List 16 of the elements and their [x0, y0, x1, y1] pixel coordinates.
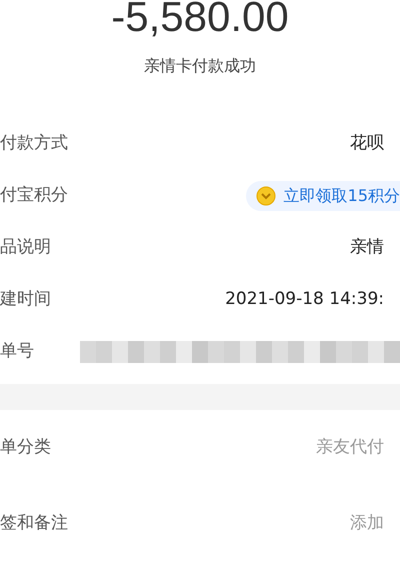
detail-label: 品说明 — [0, 236, 51, 260]
detail-label: 付宝积分 — [0, 184, 68, 208]
status-text: 亲情卡付款成功 — [143, 55, 257, 77]
extra-value[interactable]: 亲友代付 — [316, 435, 400, 461]
extra-label: 签和备注 — [0, 512, 68, 536]
detail-label: 单号 — [0, 340, 34, 364]
detail-value: 2021-09-18 14:39: — [225, 288, 385, 312]
detail-value: 花呗 — [350, 132, 385, 156]
detail-label: 付款方式 — [0, 132, 68, 156]
detail-label: 建时间 — [0, 288, 51, 312]
amount-text: -5,580.00 — [110, 0, 290, 38]
detail-value: 亲情 — [350, 236, 385, 260]
coin-icon — [256, 186, 276, 206]
points-link[interactable]: 立即领取15积分 — [246, 181, 400, 211]
extra-value[interactable]: 添加 — [350, 511, 400, 537]
extra-label: 单分类 — [0, 436, 51, 460]
